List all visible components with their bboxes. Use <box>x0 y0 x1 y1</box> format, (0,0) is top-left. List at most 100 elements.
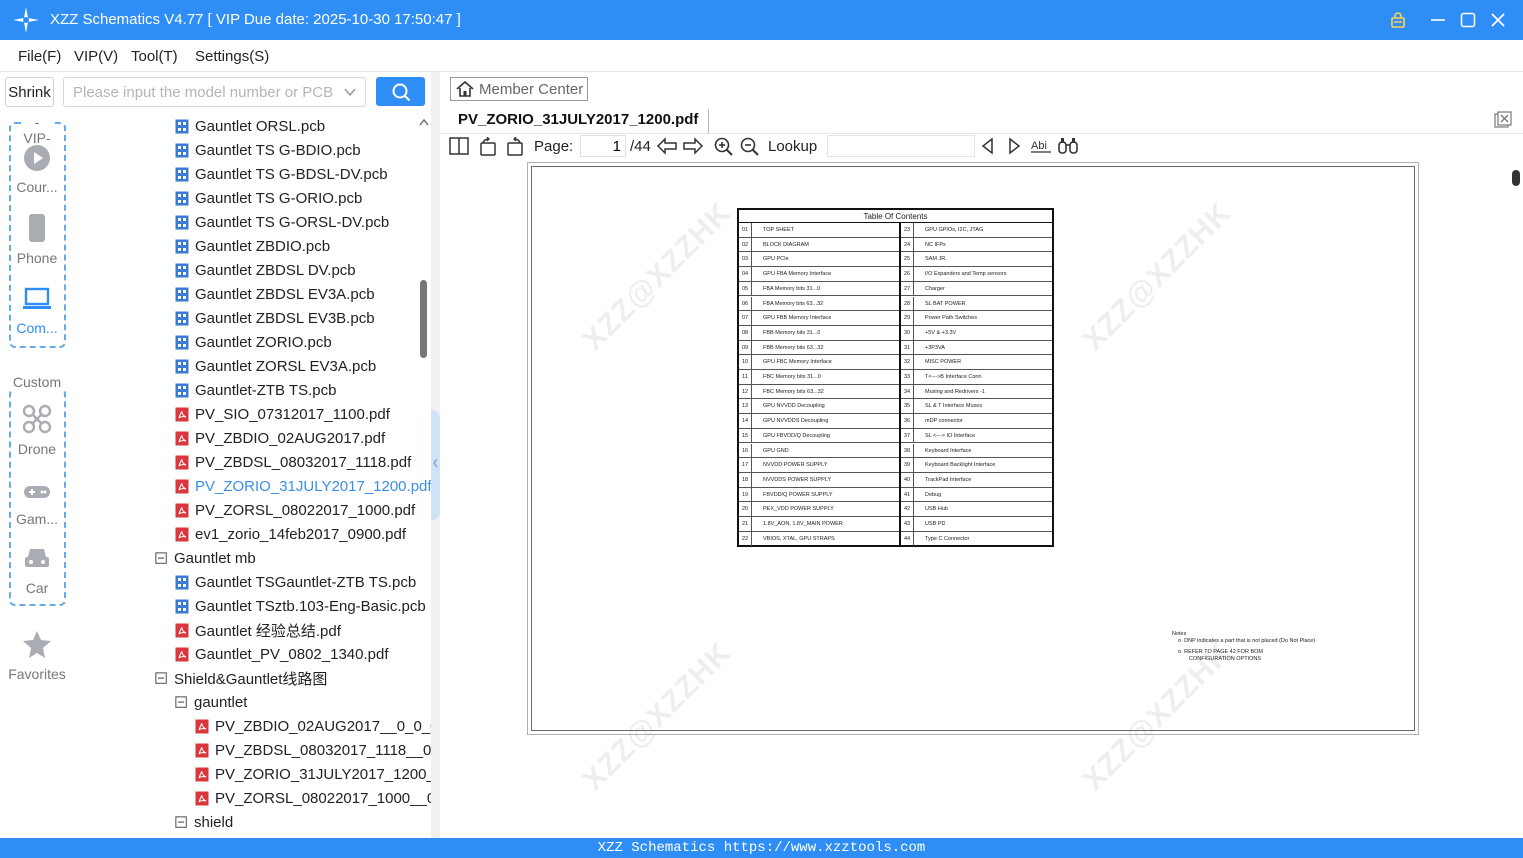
maximize-button[interactable] <box>1456 8 1480 32</box>
tree-file[interactable]: Gauntlet_PV_0802_1340.pdf <box>175 642 389 666</box>
pdf-viewport[interactable]: Table Of Contents 01 TOP SHEET 02 BLOCK DIA… <box>440 160 1523 838</box>
toc-section-name: USB PD <box>925 521 946 527</box>
tree-folder[interactable]: shield <box>175 810 233 834</box>
doc-scrollbar-thumb[interactable] <box>1512 170 1520 186</box>
toggle-sidebar-icon[interactable] <box>449 137 469 155</box>
binoculars-icon[interactable] <box>1057 137 1079 155</box>
tree-file[interactable]: ev1_zorio_14feb2017_0900.pdf <box>175 522 406 546</box>
tree-file[interactable]: PV_ZORSL_08022017_1000__0_ <box>195 786 431 810</box>
rail-item-games[interactable]: Gam... <box>0 480 74 527</box>
rail-item-drone[interactable]: Drone <box>0 404 74 457</box>
tree-folder[interactable]: Gauntlet mb <box>155 546 256 570</box>
toc-page-number: 03 <box>739 252 752 267</box>
tree-file[interactable]: Gauntlet TS G-ORSL-DV.pcb <box>175 210 389 234</box>
tree-file[interactable]: Gauntlet TS G-ORIO.pcb <box>175 186 362 210</box>
tree-file[interactable]: Gauntlet TS G-BDSL-DV.pcb <box>175 162 388 186</box>
toc-section-name: BLOCK DIAGRAM <box>763 241 809 248</box>
svg-text:Abi: Abi <box>1031 140 1047 152</box>
toc-row: 21 1.8V_AON, 1.8V_MAIN POWER <box>739 517 899 532</box>
collapse-icon[interactable] <box>155 551 168 565</box>
rail-item-courses[interactable]: Cour... <box>0 144 74 195</box>
rail-item-computer[interactable]: Com... <box>0 285 74 336</box>
tree-file[interactable]: PV_ZORSL_08022017_1000.pdf <box>175 498 415 522</box>
tree-file[interactable]: Gauntlet-ZTB TS.pcb <box>175 378 336 402</box>
tree-file[interactable]: Gauntlet TSGauntlet-ZTB TS.pcb <box>175 570 416 594</box>
laptop-icon <box>23 287 51 309</box>
next-page-icon[interactable] <box>682 137 704 155</box>
toc-page-number: 17 <box>739 458 752 472</box>
tree-file[interactable]: Gauntlet ZBDSL DV.pcb <box>175 258 356 282</box>
chevron-left-icon <box>433 458 438 468</box>
shrink-button[interactable]: Shrink <box>5 77 54 107</box>
close-button[interactable] <box>1486 8 1510 32</box>
tree-file[interactable]: Gauntlet ZBDSL EV3B.pcb <box>175 306 375 330</box>
menu-file[interactable]: File(F) <box>18 48 61 65</box>
toc-row: 39 Keyboard Backlight Interface <box>901 458 1052 473</box>
tree-file[interactable]: PV_ZBDIO_02AUG2017.pdf <box>175 426 385 450</box>
tree-file[interactable]: Gauntlet TSztb.103-Eng-Basic.pcb <box>175 594 426 618</box>
tree-file[interactable]: PV_ZBDSL_08032017_1118.pdf <box>175 450 411 474</box>
scroll-up-icon[interactable] <box>418 117 430 127</box>
tree-item-label: PV_SIO_07312017_1100.pdf <box>195 405 390 423</box>
tree-file[interactable]: PV_ZORIO_31JULY2017_1200_ <box>195 762 431 786</box>
chevron-down-icon[interactable] <box>343 86 357 98</box>
tree-scrollbar-thumb[interactable] <box>420 280 427 358</box>
page-number-input[interactable] <box>580 135 626 157</box>
toc-section-name: Type C Connector <box>925 535 970 542</box>
collapse-icon[interactable] <box>155 671 168 685</box>
tree-file[interactable]: Gauntlet TS G-BDIO.pcb <box>175 138 361 162</box>
tree-folder[interactable]: gauntlet <box>175 690 247 714</box>
zoom-in-icon[interactable] <box>714 137 734 157</box>
menu-vip[interactable]: VIP(V) <box>74 48 118 65</box>
toc-section-name: I/O Expanders and Temp sensors <box>925 271 1007 278</box>
minimize-button[interactable] <box>1426 8 1450 32</box>
menu-settings[interactable]: Settings(S) <box>195 48 269 65</box>
search-button[interactable] <box>376 77 425 106</box>
pdf-file-icon <box>175 407 189 421</box>
gamepad-icon <box>24 486 50 498</box>
tree-file[interactable]: PV_ZORIO_31JULY2017_1200.pdf <box>175 474 431 498</box>
rail-item-car[interactable]: Car <box>0 545 74 596</box>
collapse-icon[interactable] <box>175 815 188 829</box>
toc-row: 42 USB Hub <box>901 502 1052 517</box>
tree-file[interactable]: Gauntlet ZORIO.pcb <box>175 330 332 354</box>
toc-row: 07 GPU FBB Memory Interface <box>739 311 899 326</box>
tree-item-label: PV_ZORIO_31JULY2017_1200.pdf <box>195 477 431 495</box>
pdf-file-icon <box>175 503 189 517</box>
lookup-input[interactable] <box>827 135 975 157</box>
rail-label: Favorites <box>8 666 66 682</box>
menu-tool[interactable]: Tool(T) <box>131 48 178 65</box>
tree-file[interactable]: Gauntlet 经验总结.pdf <box>175 618 341 642</box>
toc-page-number: 23 <box>901 223 914 237</box>
rail-item-favorites[interactable]: Favorites <box>0 629 74 682</box>
tree-file[interactable]: Gauntlet ZBDIO.pcb <box>175 234 330 258</box>
previous-page-icon[interactable] <box>656 137 678 155</box>
close-document-icon[interactable] <box>1494 111 1512 129</box>
collapse-panel-handle[interactable] <box>431 410 440 520</box>
search-combobox[interactable] <box>63 77 366 107</box>
find-previous-icon[interactable] <box>980 137 996 155</box>
app-logo-icon <box>13 7 39 33</box>
tree-item-label: Gauntlet TS G-ORSL-DV.pcb <box>195 213 390 231</box>
rail-item-phone[interactable]: Phone <box>0 213 74 266</box>
toc-section-name: GPU NVVDDS Decoupling <box>763 418 829 425</box>
match-case-icon[interactable]: Abi <box>1030 137 1052 155</box>
tree-file[interactable]: PV_SIO_07312017_1100.pdf <box>175 402 390 426</box>
tree-file[interactable]: Gauntlet ORSL.pcb <box>175 114 325 138</box>
tree-folder[interactable]: Shield&Gauntlet线路图 <box>155 666 327 690</box>
lock-icon[interactable] <box>1386 8 1410 32</box>
rotate-left-icon[interactable] <box>478 137 498 157</box>
star-icon <box>23 631 51 658</box>
tree-file[interactable]: PV_ZBDSL_08032017_1118__0_ <box>195 738 431 762</box>
document-tab[interactable]: PV_ZORIO_31JULY2017_1200.pdf <box>448 109 710 133</box>
tree-file[interactable]: Gauntlet ZBDSL EV3A.pcb <box>175 282 375 306</box>
search-input[interactable] <box>64 78 334 106</box>
find-next-icon[interactable] <box>1006 137 1022 155</box>
tree-file[interactable]: PV_ZBDIO_02AUG2017__0_0_0 <box>195 714 431 738</box>
tree-item-label: PV_ZORSL_08022017_1000__0_ <box>215 789 431 807</box>
zoom-out-icon[interactable] <box>740 137 760 157</box>
collapse-icon[interactable] <box>175 695 188 709</box>
member-center-button[interactable]: Member Center <box>450 77 588 101</box>
rotate-right-icon[interactable] <box>505 137 525 157</box>
tree-file[interactable]: Gauntlet ZORSL EV3A.pcb <box>175 354 376 378</box>
